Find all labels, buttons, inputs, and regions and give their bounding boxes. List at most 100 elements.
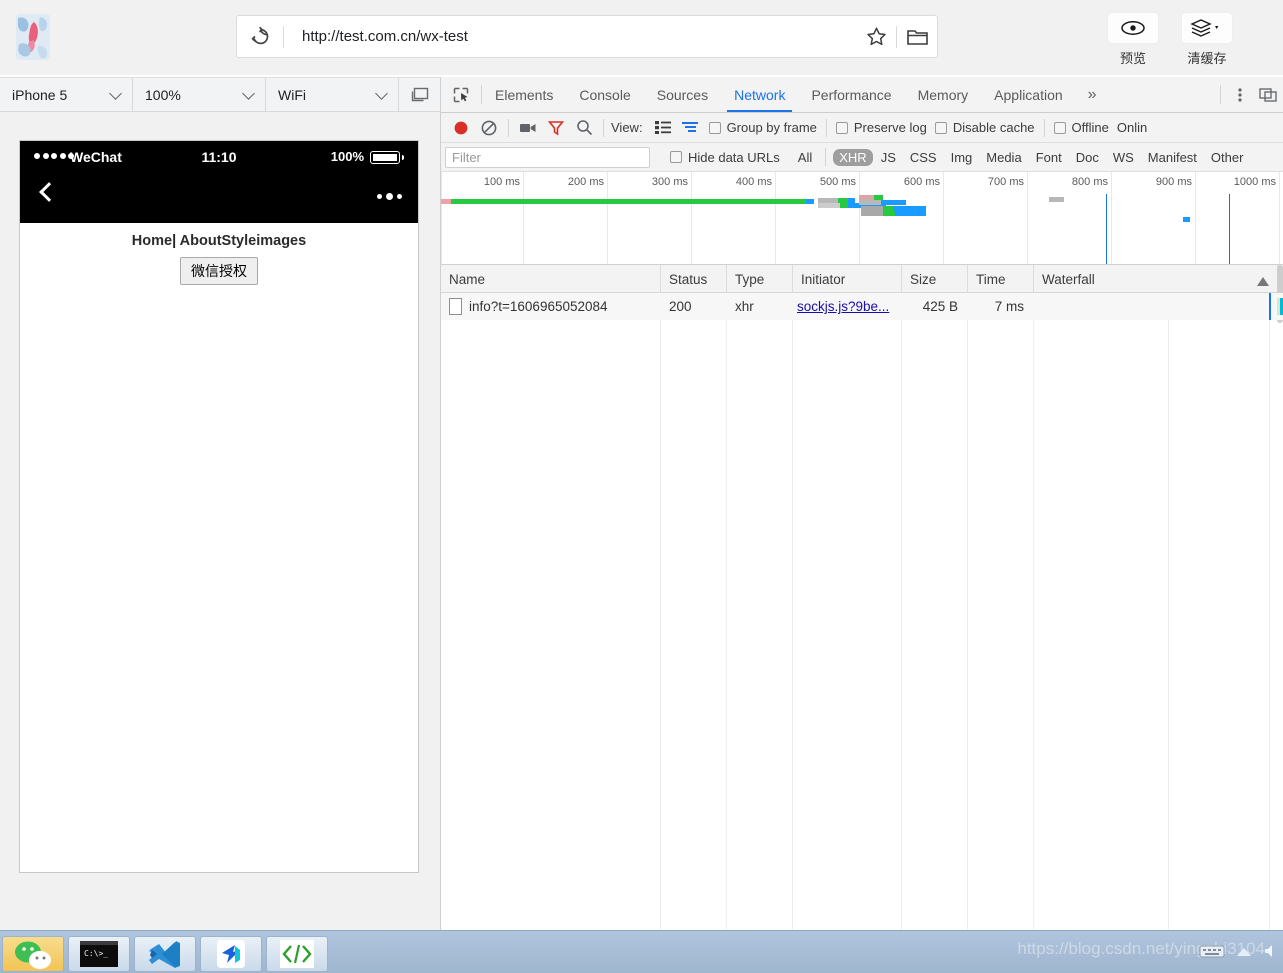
- nav-link-home[interactable]: Home: [132, 233, 172, 249]
- offline-checkbox[interactable]: Offline: [1053, 120, 1109, 135]
- devtools-panel: Elements Console Sources Network Perform…: [440, 77, 1283, 930]
- load-marker-line: [1269, 265, 1270, 930]
- filter-type-media[interactable]: Media: [980, 149, 1027, 166]
- filter-type-ws[interactable]: WS: [1107, 149, 1140, 166]
- overview-request-band: [806, 199, 814, 204]
- checkbox-box[interactable]: [835, 121, 848, 134]
- column-header-type[interactable]: Type: [727, 265, 793, 293]
- keyboard-input-icon[interactable]: [1199, 943, 1225, 964]
- network-request-table: Name Status Type Initiator Size Time Wat…: [441, 265, 1283, 930]
- disable-cache-checkbox[interactable]: Disable cache: [934, 120, 1035, 135]
- kebab-menu-icon[interactable]: [1227, 77, 1253, 112]
- filter-type-font[interactable]: Font: [1030, 149, 1068, 166]
- cell-initiator[interactable]: sockjs.js?9be...: [797, 293, 902, 320]
- tab-performance[interactable]: Performance: [798, 77, 904, 112]
- checkbox-box[interactable]: [1053, 121, 1066, 134]
- star-bookmark-icon[interactable]: [856, 16, 896, 57]
- taskbar-app-vs-code[interactable]: [134, 936, 196, 972]
- divider: [603, 118, 604, 137]
- overview-tick-label: 200 ms: [567, 176, 604, 188]
- tab-application[interactable]: Application: [981, 77, 1076, 112]
- dock-position-icon[interactable]: [1253, 77, 1283, 112]
- divider: [1220, 85, 1221, 104]
- column-header-time[interactable]: Time: [968, 265, 1034, 293]
- nav-link-images[interactable]: images: [256, 233, 306, 249]
- vscode-icon: [149, 941, 180, 968]
- nav-link-about[interactable]: About: [180, 233, 222, 249]
- filter-funnel-icon[interactable]: [542, 114, 570, 142]
- list-view-icon[interactable]: [649, 114, 677, 142]
- preserve-log-checkbox[interactable]: Preserve log: [835, 120, 927, 135]
- tab-network[interactable]: Network: [721, 77, 798, 112]
- filter-type-manifest[interactable]: Manifest: [1142, 149, 1203, 166]
- terminal-icon: C:\>_: [80, 941, 118, 967]
- taskbar-app-command-prompt[interactable]: C:\>_: [68, 936, 130, 972]
- address-bar[interactable]: http://test.com.cn/wx-test: [236, 15, 938, 58]
- network-filter-row: Hide data URLs All XHR JS CSS Img Media …: [441, 143, 1283, 172]
- volume-icon[interactable]: [1263, 943, 1279, 964]
- checkbox-box[interactable]: [708, 121, 721, 134]
- throttling-select[interactable]: Onlin: [1117, 120, 1147, 135]
- tab-sources[interactable]: Sources: [644, 77, 721, 112]
- url-text[interactable]: http://test.com.cn/wx-test: [284, 28, 856, 45]
- column-header-status[interactable]: Status: [661, 265, 727, 293]
- filter-type-xhr[interactable]: XHR: [833, 148, 873, 166]
- folder-icon[interactable]: [897, 16, 937, 57]
- camera-icon[interactable]: [514, 114, 542, 142]
- hide-data-urls-checkbox[interactable]: Hide data URLs: [670, 150, 780, 165]
- overview-request-band: [895, 211, 926, 216]
- tab-memory[interactable]: Memory: [905, 77, 982, 112]
- network-toolbar: View: Group by frame Preserve log Disabl…: [441, 113, 1283, 143]
- filter-type-other[interactable]: Other: [1205, 149, 1250, 166]
- show-hidden-icons-icon[interactable]: [1235, 945, 1253, 963]
- network-throttle-select[interactable]: WiFi: [266, 78, 399, 111]
- chevron-double-right-icon[interactable]: »: [1076, 77, 1109, 112]
- taskbar-apps: C:\>_: [2, 936, 328, 972]
- chevron-down-icon: [109, 86, 122, 100]
- more-dots-icon[interactable]: [377, 193, 402, 200]
- taskbar-app-wechat[interactable]: [2, 936, 64, 972]
- filter-type-all[interactable]: All: [792, 149, 818, 166]
- initiator-link[interactable]: sockjs.js?9be...: [797, 299, 889, 314]
- waterfall-bar[interactable]: [1277, 298, 1283, 315]
- inspect-element-icon[interactable]: [441, 77, 481, 112]
- filter-type-doc[interactable]: Doc: [1070, 149, 1105, 166]
- zoom-select[interactable]: 100%: [133, 78, 266, 111]
- load-event-marker: [1229, 194, 1230, 264]
- column-header-size[interactable]: Size: [902, 265, 968, 293]
- tab-console[interactable]: Console: [566, 77, 643, 112]
- layers-icon[interactable]: [1182, 13, 1232, 43]
- blue-arrow-icon: [217, 940, 245, 968]
- filter-type-css[interactable]: CSS: [904, 149, 943, 166]
- filter-type-img[interactable]: Img: [945, 149, 979, 166]
- clear-icon[interactable]: [475, 114, 503, 142]
- search-input[interactable]: [445, 146, 650, 168]
- taskbar-app-blue-app[interactable]: [200, 936, 262, 972]
- sort-ascending-icon[interactable]: [1257, 274, 1269, 289]
- record-button-icon[interactable]: [447, 114, 475, 142]
- taskbar-app-code-editor[interactable]: [266, 936, 328, 972]
- wechat-auth-button[interactable]: 微信授权: [180, 257, 258, 286]
- nav-link-style[interactable]: Style: [222, 233, 257, 249]
- group-by-frame-checkbox[interactable]: Group by frame: [708, 120, 817, 135]
- device-select[interactable]: iPhone 5: [0, 78, 133, 111]
- overview-request-band: [1183, 217, 1190, 222]
- clear-cache-button[interactable]: 清缓存: [1182, 13, 1232, 67]
- column-header-name[interactable]: Name: [441, 265, 660, 293]
- checkbox-box[interactable]: [670, 151, 682, 163]
- waterfall-view-icon[interactable]: [677, 114, 705, 142]
- table-row[interactable]: info?t=1606965052084 200 xhr sockjs.js?9…: [441, 293, 1283, 320]
- checkbox-box[interactable]: [934, 121, 947, 134]
- eye-icon[interactable]: [1108, 13, 1158, 43]
- filter-type-js[interactable]: JS: [875, 149, 902, 166]
- preview-button[interactable]: 预览: [1108, 13, 1158, 67]
- reload-icon[interactable]: [237, 16, 283, 57]
- network-select-value: WiFi: [278, 86, 306, 103]
- back-chevron-icon[interactable]: [39, 182, 59, 202]
- tab-elements[interactable]: Elements: [482, 77, 566, 112]
- column-header-waterfall[interactable]: Waterfall: [1034, 265, 1283, 293]
- column-header-initiator[interactable]: Initiator: [793, 265, 902, 293]
- search-icon[interactable]: [570, 114, 598, 142]
- network-overview-timeline[interactable]: 100 ms 200 ms 300 ms 400 ms 500 ms 600 m…: [441, 172, 1283, 265]
- screen-options-icon[interactable]: [399, 78, 440, 111]
